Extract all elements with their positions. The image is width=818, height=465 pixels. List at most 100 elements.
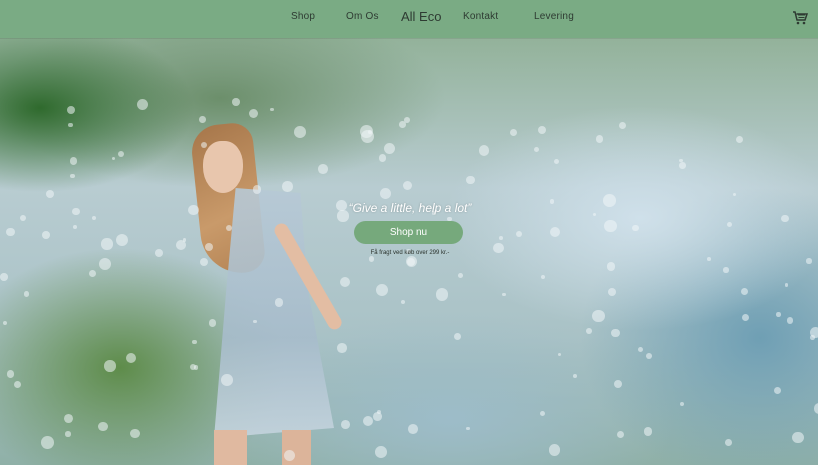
flower-speck — [380, 188, 392, 200]
flower-speck — [786, 317, 793, 324]
flower-speck — [733, 193, 737, 197]
flower-speck — [248, 108, 258, 118]
top-navigation: Shop Om Os All Eco Kontakt Levering — [0, 0, 818, 38]
flower-speck — [13, 381, 21, 389]
flower-speck — [199, 116, 206, 123]
flower-speck — [537, 125, 546, 134]
flower-speck — [101, 238, 113, 250]
flower-speck — [117, 150, 124, 158]
flower-speck — [64, 414, 74, 424]
flower-speck — [0, 273, 8, 281]
flower-speck — [466, 426, 470, 431]
flower-speck — [221, 373, 233, 386]
flower-speck — [199, 257, 208, 266]
flower-speck — [515, 231, 522, 238]
flower-speck — [784, 283, 789, 287]
flower-speck — [252, 185, 261, 194]
flower-speck — [3, 321, 7, 326]
flower-speck — [792, 431, 804, 444]
flower-speck — [736, 135, 744, 143]
flower-speck — [200, 141, 207, 149]
flower-speck — [66, 105, 76, 114]
flower-speck — [111, 157, 115, 161]
flower-speck — [549, 226, 561, 238]
flower-speck — [453, 332, 461, 340]
hero-woman-legs — [214, 430, 324, 465]
free-shipping-note: Få fragt ved køb over 299 kr.- — [370, 250, 450, 256]
nav-about-link[interactable]: Om Os — [346, 11, 379, 22]
flower-speck — [813, 403, 818, 414]
flower-speck — [773, 386, 781, 395]
flower-speck — [92, 216, 97, 221]
flower-speck — [806, 258, 812, 264]
flower-speck — [182, 238, 186, 242]
flower-speck — [573, 373, 578, 378]
flower-speck — [553, 158, 559, 164]
flower-speck — [644, 427, 653, 436]
flower-speck — [603, 194, 616, 207]
flower-speck — [502, 292, 506, 297]
hero-woman-face — [203, 141, 243, 193]
flower-speck — [465, 175, 475, 185]
flower-speck — [130, 429, 140, 439]
flower-speck — [408, 424, 418, 435]
flower-speck — [136, 99, 149, 111]
brand-logo-link[interactable]: All Eco — [401, 9, 441, 24]
flower-speck — [98, 257, 112, 271]
flower-speck — [282, 181, 293, 192]
flower-speck — [154, 248, 164, 258]
flower-speck — [72, 207, 80, 216]
flower-speck — [478, 145, 489, 156]
flower-speck — [548, 443, 561, 456]
flower-speck — [374, 446, 387, 458]
flower-speck — [776, 312, 781, 317]
flower-speck — [115, 234, 128, 247]
flower-speck — [283, 449, 295, 461]
flower-speck — [98, 421, 108, 432]
flower-speck — [401, 299, 406, 305]
flower-speck — [270, 107, 275, 112]
flower-speck — [376, 409, 381, 414]
flower-speck — [679, 162, 686, 169]
flower-speck — [726, 222, 733, 228]
flower-speck — [619, 122, 627, 129]
flower-speck — [19, 214, 27, 222]
nav-delivery-link[interactable]: Levering — [534, 11, 574, 22]
flower-speck — [40, 436, 54, 449]
hero-quote: “Give a little, help a lot” — [348, 201, 472, 215]
flower-speck — [592, 213, 597, 217]
flower-speck — [341, 419, 350, 429]
flower-speck — [638, 347, 644, 353]
flower-speck — [378, 154, 387, 163]
flower-speck — [208, 319, 217, 327]
flower-speck — [499, 236, 503, 241]
nav-contact-link[interactable]: Kontakt — [463, 11, 498, 22]
flower-speck — [42, 230, 50, 239]
flower-speck — [376, 283, 389, 296]
flower-speck — [604, 219, 617, 232]
flower-speck — [70, 173, 75, 179]
flower-speck — [23, 291, 30, 298]
flower-speck — [6, 370, 15, 378]
flower-speck — [723, 267, 729, 273]
flower-speck — [46, 190, 55, 199]
flower-speck — [337, 343, 347, 353]
flower-speck — [810, 335, 815, 340]
flower-speck — [318, 164, 328, 174]
flower-speck — [632, 224, 639, 232]
flower-speck — [104, 360, 116, 372]
flower-speck — [363, 415, 374, 426]
flower-speck — [725, 439, 733, 447]
flower-speck — [383, 143, 395, 154]
flower-speck — [368, 256, 375, 262]
flower-speck — [586, 328, 593, 334]
flower-speck — [399, 121, 406, 128]
flower-speck — [69, 156, 78, 165]
flower-speck — [67, 122, 73, 128]
flower-speck — [205, 242, 214, 251]
flower-speck — [540, 274, 545, 279]
nav-shop-link[interactable]: Shop — [291, 11, 315, 22]
shop-now-button[interactable]: Shop nu — [354, 221, 463, 244]
flower-speck — [549, 199, 555, 204]
shopping-cart-icon[interactable] — [792, 10, 809, 26]
